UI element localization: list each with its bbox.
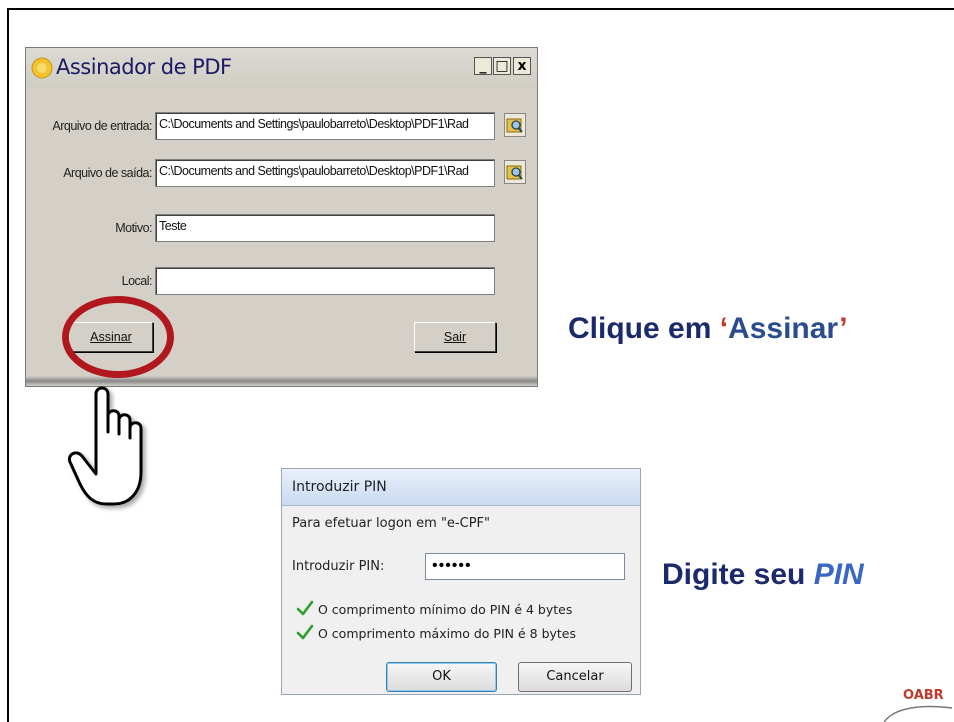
oab-logo: OABR (903, 688, 944, 703)
arquivo-entrada-field[interactable]: C:\Documents and Settings\paulobarreto\D… (155, 112, 495, 140)
check-icon (296, 624, 314, 640)
frame-left (7, 8, 9, 722)
caption-quote-open: ‘ (719, 312, 729, 345)
assinador-title: Assinador de PDF (56, 55, 232, 79)
check-icon (296, 600, 314, 616)
minimize-button[interactable]: _ (474, 57, 492, 75)
pin-label: Introduzir PIN: (292, 559, 385, 574)
caption-quote-close: ’ (839, 312, 848, 345)
arquivo-saida-label: Arquivo de saída: (63, 166, 152, 180)
maximize-button[interactable]: □ (493, 57, 511, 75)
pin-input[interactable]: •••••• (425, 553, 625, 580)
ok-button[interactable]: OK (386, 662, 497, 692)
pin-rule-min: O comprimento mínimo do PIN é 4 bytes (318, 602, 573, 617)
local-field[interactable] (155, 267, 495, 295)
motivo-label: Motivo: (115, 221, 152, 235)
pin-logon-text: Para efetuar logon em "e-CPF" (292, 516, 490, 531)
frame-top (7, 8, 954, 10)
pin-dialog: Introduzir PIN Para efetuar logon em "e-… (281, 468, 641, 695)
pin-rule-max: O comprimento máximo do PIN é 8 bytes (318, 626, 577, 641)
cancel-button[interactable]: Cancelar (518, 662, 632, 692)
browse-saida-button[interactable] (504, 160, 526, 184)
highlight-circle (62, 296, 174, 378)
caption-clique-assinar: Clique em ‘Assinar’ (568, 312, 848, 346)
browse-entrada-button[interactable] (504, 113, 526, 137)
sair-button[interactable]: Sair (414, 322, 496, 352)
pin-titlebar: Introduzir PIN (282, 469, 640, 506)
sun-icon (31, 57, 53, 79)
arquivo-saida-field[interactable]: C:\Documents and Settings\paulobarreto\D… (155, 159, 495, 187)
motivo-field[interactable]: Teste (155, 214, 495, 242)
pin-title: Introduzir PIN (292, 479, 387, 495)
logo-swoosh-icon (883, 705, 953, 722)
caption-clique-prefix: Clique em (568, 312, 720, 345)
hand-pointer-icon (67, 386, 143, 506)
assinador-titlebar: Assinador de PDF _ □ x (26, 48, 537, 88)
caption-clique-target: Assinar (728, 312, 840, 345)
arquivo-entrada-label: Arquivo de entrada: (52, 119, 152, 133)
folder-search-icon (506, 118, 523, 133)
close-button[interactable]: x (513, 57, 531, 75)
caption-digite-emph: PIN (813, 558, 864, 591)
local-label: Local: (121, 274, 153, 288)
folder-search-icon (506, 165, 523, 180)
caption-digite-prefix: Digite seu (662, 558, 814, 591)
slide: Assinador de PDF _ □ x Arquivo de entrad… (0, 0, 954, 722)
caption-digite-pin: Digite seu PIN (662, 558, 864, 592)
